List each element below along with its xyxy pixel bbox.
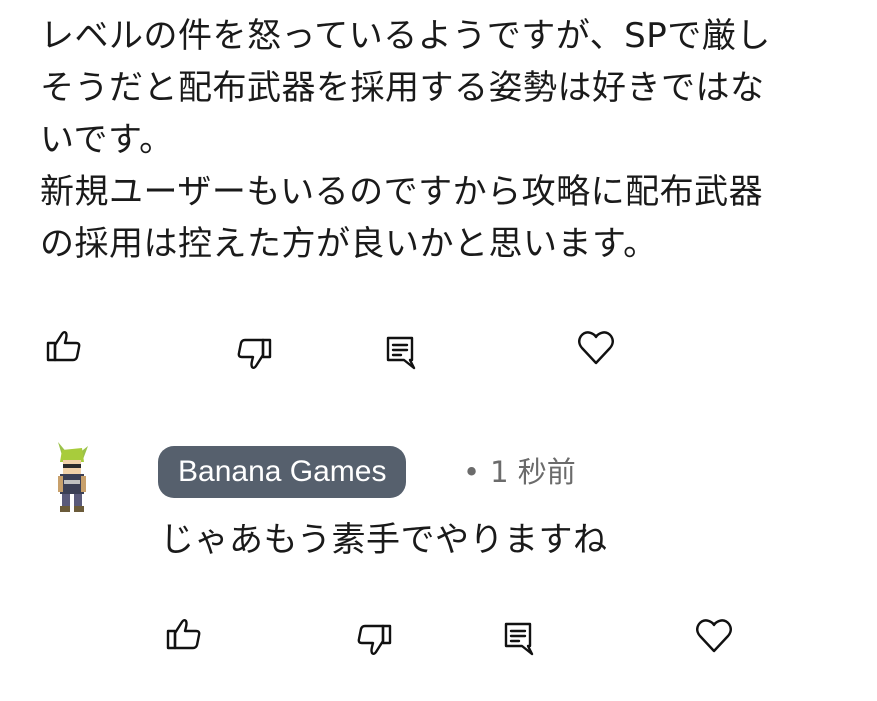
author-name[interactable]: Banana Games	[158, 446, 407, 498]
separator-dot: •	[463, 455, 481, 489]
reply-button[interactable]	[376, 328, 424, 376]
heart-icon	[696, 619, 732, 653]
reply-reply-button[interactable]	[494, 614, 542, 662]
like-icon	[46, 331, 81, 362]
reply-dislike-button[interactable]	[350, 616, 398, 664]
like-icon	[166, 619, 201, 650]
reply-body: じゃあもう素手でやりますね	[160, 520, 608, 560]
dislike-icon	[357, 624, 392, 655]
reply-heart-button[interactable]	[690, 612, 738, 660]
heart-icon	[578, 331, 614, 365]
comment-body: レベルの件を怒っているようですが、SPで厳し そうだと配布武器を採用する姿勢は好…	[40, 10, 870, 270]
reply-like-button[interactable]	[160, 610, 208, 658]
like-button[interactable]	[40, 322, 88, 370]
heart-button[interactable]	[572, 324, 620, 372]
reply-icon	[504, 622, 534, 656]
reply-icon	[386, 336, 416, 370]
reply-meta: • 1 秒前	[463, 452, 576, 492]
avatar[interactable]	[48, 440, 96, 518]
dislike-icon	[237, 338, 272, 369]
timestamp: 1 秒前	[490, 455, 576, 489]
dislike-button[interactable]	[230, 330, 278, 378]
comment-line: そうだと配布武器を採用する姿勢は好きではな	[40, 68, 765, 108]
comment-line: レベルの件を怒っているようですが、SPで厳し	[40, 16, 771, 56]
comment-line: 新規ユーザーもいるのですから攻略に配布武器	[40, 172, 764, 212]
comment-line: の採用は控えた方が良いかと思います。	[40, 224, 658, 264]
comment-line: いです。	[40, 120, 174, 160]
